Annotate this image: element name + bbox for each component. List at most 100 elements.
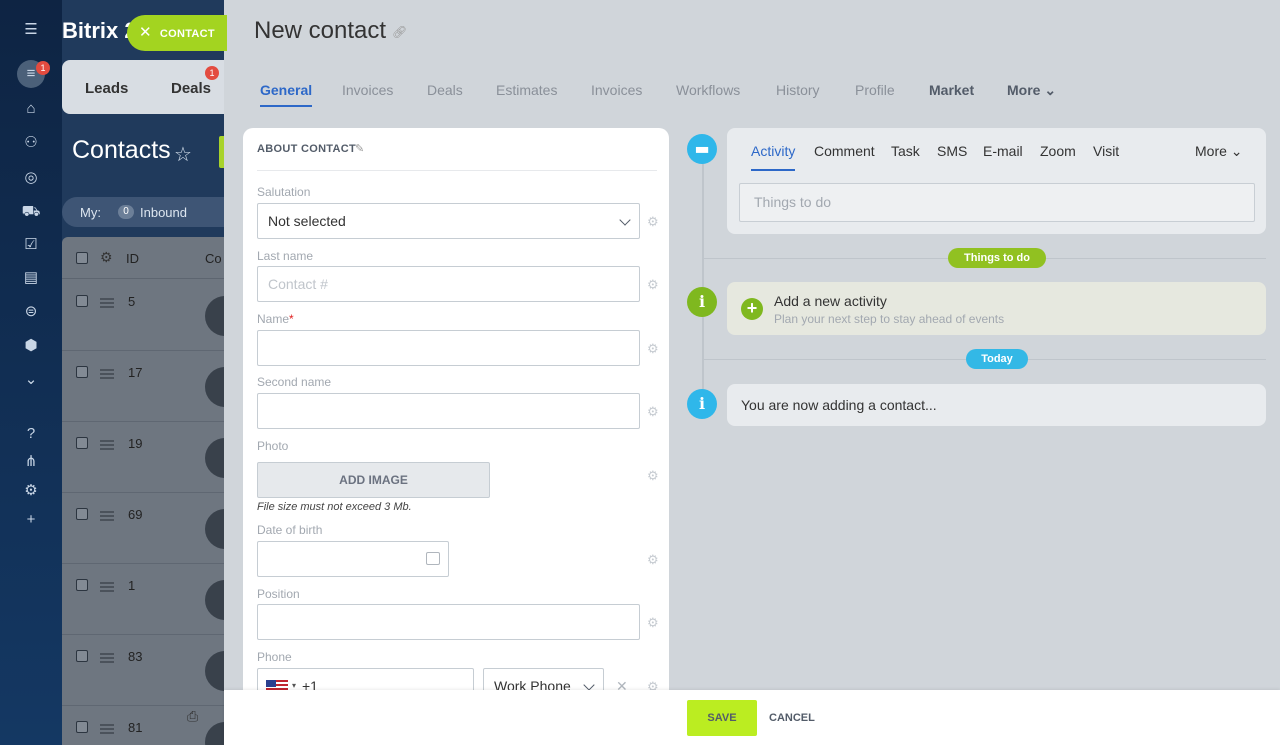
row-checkbox[interactable] — [76, 437, 88, 449]
table-row[interactable]: 17 — [62, 351, 224, 422]
field-settings-icon[interactable]: ⚙ — [647, 404, 659, 420]
name-input[interactable] — [257, 330, 640, 366]
activity-editor: Activity Comment Task SMS E-mail Zoom Vi… — [727, 128, 1266, 234]
row-menu-icon[interactable] — [100, 511, 114, 521]
row-checkbox[interactable] — [76, 579, 88, 591]
help-icon[interactable]: ? — [21, 424, 41, 444]
select-all-checkbox[interactable] — [76, 252, 88, 264]
add-activity-card[interactable]: + Add a new activity Plan your next step… — [727, 282, 1266, 335]
edit-pencil-icon[interactable]: ✎ — [355, 142, 364, 155]
slider-title: New contact — [254, 17, 387, 44]
contact-card-icon[interactable]: ▤ — [21, 268, 41, 288]
second-name-input[interactable] — [257, 393, 640, 429]
today-pill: Today — [966, 349, 1028, 369]
tab-profile[interactable]: Profile — [855, 82, 895, 98]
link-icon[interactable]: 🔗︎ — [392, 25, 407, 39]
structure-icon[interactable]: ⋔ — [21, 452, 41, 472]
row-menu-icon[interactable] — [100, 582, 114, 592]
table-row[interactable]: 81 — [62, 706, 224, 745]
calendar-icon[interactable] — [426, 552, 440, 565]
field-settings-icon[interactable]: ⚙ — [647, 341, 659, 357]
tab-comment[interactable]: Comment — [814, 143, 875, 159]
add-icon[interactable]: + — [21, 510, 41, 530]
field-settings-icon[interactable]: ⚙ — [647, 214, 659, 230]
row-checkbox[interactable] — [76, 650, 88, 662]
field-settings-icon[interactable]: ⚙ — [647, 552, 659, 568]
robot-icon[interactable]: ⊜ — [21, 302, 41, 322]
row-menu-icon[interactable] — [100, 653, 114, 663]
tab-visit[interactable]: Visit — [1093, 143, 1119, 159]
table-row[interactable]: 1 — [62, 564, 224, 635]
column-contact[interactable]: Co — [205, 251, 222, 266]
target-icon[interactable]: ◎ — [21, 168, 41, 188]
tab-general[interactable]: General — [260, 82, 313, 107]
tab-email[interactable]: E-mail — [983, 143, 1023, 159]
position-input[interactable] — [257, 604, 640, 640]
cart-icon[interactable]: ⛟ — [21, 202, 41, 222]
tab-deals[interactable]: Deals — [427, 82, 463, 98]
last-name-input[interactable]: Contact # — [257, 266, 640, 302]
row-checkbox[interactable] — [76, 366, 88, 378]
tab-workflows[interactable]: Workflows — [676, 82, 740, 98]
avatar — [205, 367, 224, 407]
field-settings-icon[interactable]: ⚙ — [647, 277, 659, 293]
close-icon[interactable]: ✕ — [139, 24, 152, 41]
tab-invoices-2[interactable]: Invoices — [591, 82, 642, 98]
second-name-label: Second name — [257, 375, 332, 389]
add-image-button[interactable]: ADD IMAGE — [257, 462, 490, 498]
things-to-do-pill: Things to do — [948, 248, 1046, 268]
add-activity-title: Add a new activity — [774, 293, 887, 309]
tab-estimates[interactable]: Estimates — [496, 82, 557, 98]
name-label-text: Name — [257, 312, 290, 326]
row-checkbox[interactable] — [76, 721, 88, 733]
gear-icon[interactable]: ⚙ — [100, 249, 113, 266]
column-id[interactable]: ID — [126, 251, 139, 266]
tab-deals[interactable]: Deals — [171, 80, 211, 97]
plus-icon[interactable]: + — [741, 298, 763, 320]
filter-bar[interactable]: My: 0 Inbound — [62, 197, 224, 227]
tab-history[interactable]: History — [776, 82, 820, 98]
tab-sms[interactable]: SMS — [937, 143, 967, 159]
row-menu-icon[interactable] — [100, 298, 114, 308]
rail-badge: 1 — [36, 61, 50, 75]
chevron-circle-icon[interactable]: ⌄ — [21, 370, 41, 390]
tab-leads[interactable]: Leads — [85, 80, 128, 97]
add-activity-subtitle: Plan your next step to stay ahead of eve… — [774, 312, 1005, 326]
tab-more[interactable]: More ⌄ — [1007, 82, 1056, 99]
nodes-icon[interactable]: ⚇ — [21, 133, 41, 153]
bank-icon[interactable]: ⌂ — [21, 99, 41, 119]
salutation-select[interactable]: Not selected — [257, 203, 640, 239]
row-menu-icon[interactable] — [100, 440, 114, 450]
row-checkbox[interactable] — [76, 295, 88, 307]
row-menu-icon[interactable] — [100, 724, 114, 734]
tab-more-activities[interactable]: More ⌄ — [1195, 143, 1243, 160]
tab-market[interactable]: Market — [929, 82, 974, 98]
settings-icon[interactable]: ⚙ — [21, 481, 41, 501]
info-icon: i — [687, 287, 717, 317]
printer-icon[interactable]: ⎙ — [187, 708, 198, 725]
menu-icon[interactable]: ☰ — [21, 20, 41, 40]
field-settings-icon[interactable]: ⚙ — [647, 615, 659, 631]
tab-activity[interactable]: Activity — [751, 143, 796, 171]
tab-zoom[interactable]: Zoom — [1040, 143, 1076, 159]
tab-invoices[interactable]: Invoices — [342, 82, 393, 98]
star-icon[interactable]: ☆ — [174, 142, 192, 167]
cancel-button[interactable]: CANCEL — [769, 700, 815, 736]
brand-logo: Bitrix 2 — [62, 18, 137, 43]
table-row[interactable]: 83 — [62, 635, 224, 706]
close-contact-slider-chip[interactable]: ✕ CONTACT — [127, 15, 227, 51]
field-settings-icon[interactable]: ⚙ — [647, 468, 659, 484]
chevron-down-icon — [583, 679, 595, 691]
dob-input[interactable] — [257, 541, 449, 577]
filter-inbound[interactable]: Inbound — [140, 205, 187, 220]
tab-task[interactable]: Task — [891, 143, 920, 159]
box-icon[interactable]: ⬢ — [21, 336, 41, 356]
table-row[interactable]: 19 — [62, 422, 224, 493]
row-menu-icon[interactable] — [100, 369, 114, 379]
things-to-do-input[interactable]: Things to do — [739, 183, 1255, 222]
save-button[interactable]: SAVE — [687, 700, 757, 736]
table-row[interactable]: 69 — [62, 493, 224, 564]
checklist-icon[interactable]: ☑ — [21, 235, 41, 255]
table-row[interactable]: 5 — [62, 280, 224, 351]
row-checkbox[interactable] — [76, 508, 88, 520]
